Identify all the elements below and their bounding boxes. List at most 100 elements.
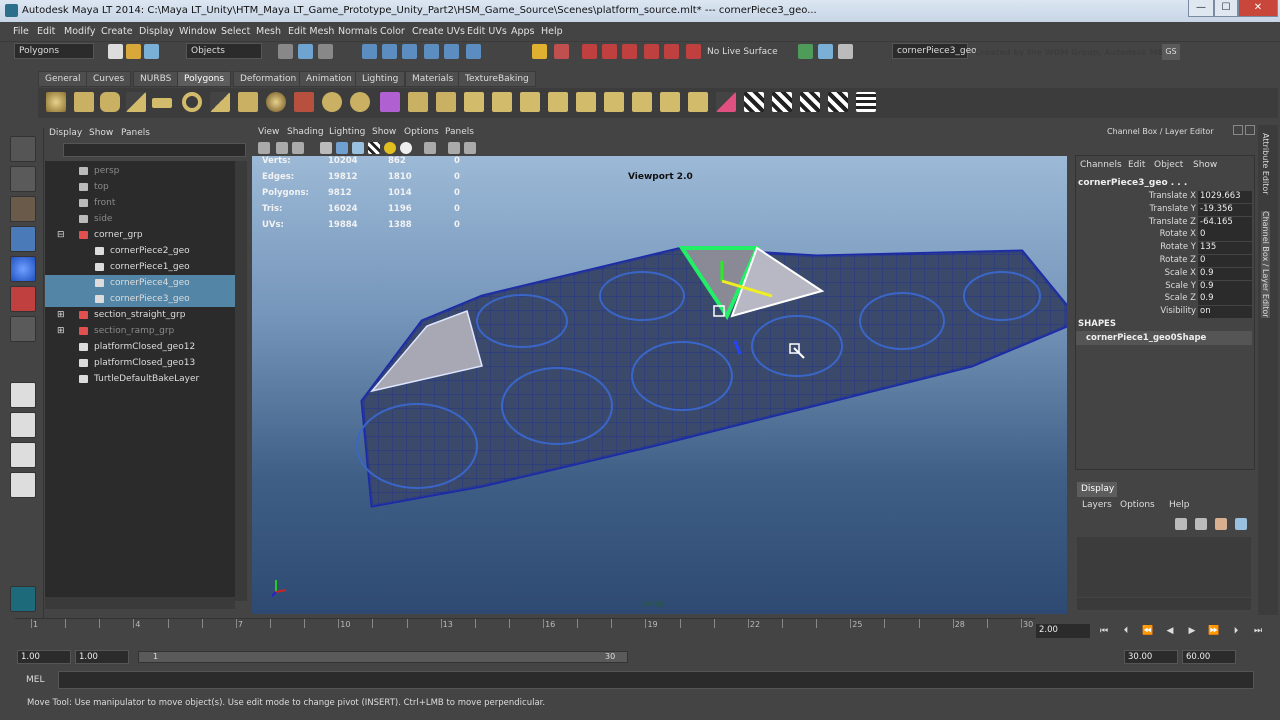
select-object-icon[interactable] [298,44,313,59]
attribute-value[interactable]: 0 [1198,229,1252,242]
layers-menu-layers[interactable]: Layers [1082,500,1112,510]
menu-edit[interactable]: Edit [37,26,55,37]
time-slider[interactable]: 1 4 7 10 13 16 19 22 25 28 30 [15,618,1035,640]
magnet-icon[interactable] [686,44,701,59]
menu-create-uvs[interactable]: Create UVs [412,26,465,37]
cylindrical-uv-icon[interactable] [772,92,792,112]
xray-icon[interactable] [448,142,460,154]
range-slider[interactable]: 1 30 [138,651,628,663]
separate-icon[interactable] [322,92,342,112]
rotate-tool-icon[interactable] [10,256,36,282]
joints-xray-icon[interactable] [464,142,476,154]
move-layer-down-icon[interactable] [1195,518,1207,530]
poly-plane-icon[interactable] [152,98,172,108]
play-forwards-icon[interactable]: ▶ [1184,624,1200,638]
attribute-value[interactable]: 0.9 [1198,293,1252,306]
shelf-tab-texturebaking[interactable]: TextureBaking [458,71,536,87]
offset-edge-icon[interactable] [548,92,568,112]
triangulate-icon[interactable] [716,92,736,112]
tab-channel-box-layer-editor[interactable]: Channel Box / Layer Editor [1261,211,1270,318]
editor-icon[interactable] [838,44,853,59]
cb-menu-edit[interactable]: Edit [1128,160,1145,170]
outliner-item[interactable]: cornerPiece2_geo [45,243,235,259]
menu-file[interactable]: File [13,26,29,37]
close-panel-icon[interactable] [1245,125,1255,135]
current-time-field[interactable]: 2.00 [1036,624,1090,638]
menu-mesh[interactable]: Mesh [256,26,281,37]
shape-node-name[interactable]: cornerPiece1_geo0Shape [1076,331,1252,345]
command-input[interactable] [58,671,1254,689]
outliner-vertical-scrollbar[interactable] [235,161,247,601]
snap-curve-icon[interactable] [382,44,397,59]
anim-end-field[interactable]: 30.00 [1124,650,1178,664]
last-tool-icon[interactable] [10,316,36,342]
play-backwards-icon[interactable]: ◀ [1162,624,1178,638]
shelf-tab-polygons[interactable]: Polygons [177,71,232,87]
scale-tool-icon[interactable] [10,286,36,312]
end-time-field[interactable]: 60.00 [1182,650,1236,664]
channel-attribute[interactable]: Translate Z -64.165 [1076,216,1252,230]
cb-menu-show[interactable]: Show [1193,160,1217,170]
cb-menu-channels[interactable]: Channels [1080,160,1122,170]
poly-soccer-icon[interactable] [266,92,286,112]
maximize-button[interactable]: ☐ [1214,0,1238,17]
tab-attribute-editor[interactable]: Attribute Editor [1261,133,1270,195]
poly-torus-icon[interactable] [182,92,202,112]
channel-attribute[interactable]: Translate Y -19.356 [1076,203,1252,217]
start-time-field[interactable]: 1.00 [17,650,71,664]
move-layer-up-icon[interactable] [1175,518,1187,530]
attribute-value[interactable]: -19.356 [1198,203,1252,216]
camera-select-icon[interactable] [258,142,270,154]
maya-lt-icon[interactable] [10,586,36,612]
menu-apps[interactable]: Apps [511,26,535,37]
outliner-item[interactable]: ⊞ section_straight_grp [45,307,235,323]
open-scene-icon[interactable] [126,44,141,59]
mirror-icon[interactable] [380,92,400,112]
channel-attribute[interactable]: Rotate Z0 [1076,255,1252,268]
poly-pyramid-icon[interactable] [210,92,230,112]
wireframe-on-shaded-icon[interactable] [352,142,364,154]
script-language-toggle[interactable]: MEL [16,672,56,688]
outliner-item[interactable]: ⊞ section_ramp_grp [45,323,235,339]
snap-surface-icon[interactable] [444,44,459,59]
outliner-search-input[interactable] [63,143,246,157]
outliner-menu-show[interactable]: Show [89,128,113,138]
tab-display[interactable]: Display [1077,482,1117,497]
attribute-value[interactable]: on [1198,306,1252,319]
wireframe-icon[interactable] [320,142,332,154]
camera-attr-icon[interactable] [276,142,288,154]
new-layer-selected-icon[interactable] [1235,518,1247,530]
channel-attribute[interactable]: Scale Y 0.9 [1076,280,1252,294]
poly-pipe-icon[interactable] [238,92,258,112]
shelf-tab-materials[interactable]: Materials [405,71,461,87]
outliner-menu-panels[interactable]: Panels [121,128,150,138]
anim-start-field[interactable]: 1.00 [75,650,129,664]
textured-icon[interactable] [368,142,380,154]
history-icon[interactable] [554,44,569,59]
append-icon[interactable] [464,92,484,112]
isolate-select-icon[interactable] [424,142,436,154]
paint-select-tool-icon[interactable] [10,196,36,222]
channel-attribute[interactable]: Translate X 1029.663 [1076,191,1252,204]
select-component-icon[interactable] [318,44,333,59]
spherical-uv-icon[interactable] [800,92,820,112]
automatic-uv-icon[interactable] [828,92,848,112]
snap-view-icon[interactable] [424,44,439,59]
outliner-item[interactable]: cornerPiece1_geo [45,259,235,275]
vp-menu-view[interactable]: View [258,127,279,137]
outliner-item[interactable]: TurtleDefaultBakeLayer [45,371,235,387]
attribute-value[interactable]: 0.9 [1198,267,1252,280]
attribute-value[interactable]: 135 [1198,242,1252,255]
outliner-item[interactable]: ⊟ corner_grp [45,227,235,243]
step-back-frame-icon[interactable]: ⏴ [1118,624,1134,638]
vp-menu-lighting[interactable]: Lighting [329,127,365,137]
shelf-tab-nurbs[interactable]: NURBS [133,71,179,87]
poly-sphere-icon[interactable] [46,92,66,112]
collapse-icon[interactable] [632,92,652,112]
outliner-item[interactable]: platformClosed_geo12 [45,339,235,355]
help-query-icon[interactable] [466,44,481,59]
menu-modify[interactable]: Modify [64,26,95,37]
go-to-end-icon[interactable]: ⏭ [1250,624,1266,638]
planar-uv-icon[interactable] [744,92,764,112]
channel-attribute[interactable]: Scale X 0.9 [1076,267,1252,281]
